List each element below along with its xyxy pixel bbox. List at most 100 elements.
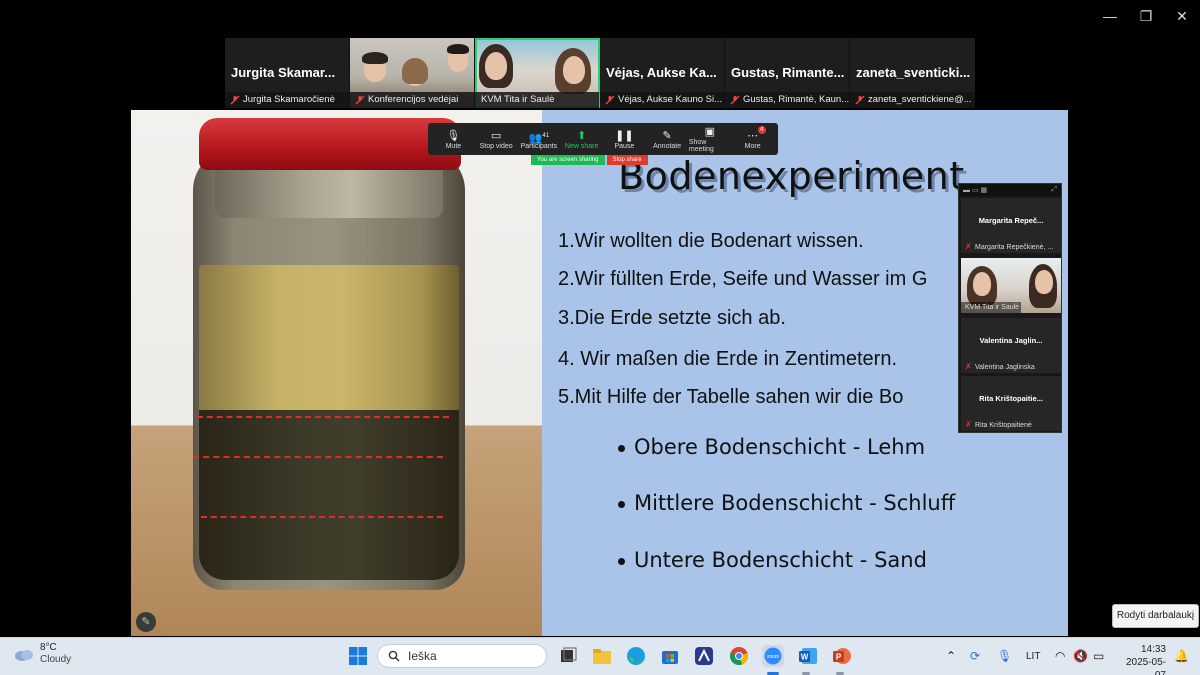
cloud-icon — [15, 649, 33, 661]
pencil-icon[interactable]: ✎ — [136, 612, 156, 632]
meeting-toolbar: 🎙 Mute ▭ Stop video 👥41 Participants ⬆ New s… — [428, 123, 778, 155]
expand-icon[interactable]: ⤢ — [1051, 186, 1057, 194]
restore-button[interactable]: ❐ — [1134, 8, 1158, 26]
chrome-icon[interactable] — [728, 645, 750, 667]
slide-bullet: Untere Bodenschicht - Sand — [618, 548, 927, 572]
panel-participant-tile[interactable]: Valentina Jaglin... ✗ Valentina Jaglinsk… — [961, 318, 1061, 373]
chevron-up-icon[interactable]: ⌃ — [946, 649, 956, 663]
participant-tile-active[interactable]: KVM Tita ir Saulė — [475, 38, 600, 108]
slide-point: 3.Die Erde setzte sich ab. — [558, 307, 786, 329]
participant-tile[interactable]: Jurgita Skamar... Jurgita Skamaročienė — [225, 38, 350, 108]
slide-title: Bodenexperiment — [618, 154, 965, 198]
person-figure — [485, 52, 507, 80]
app-icon[interactable] — [693, 645, 715, 667]
participant-caption: Konferencijos vedėjai — [350, 92, 474, 108]
pen-icon: ✎ — [662, 129, 672, 142]
svg-text:W: W — [801, 653, 809, 662]
speaker-muted-icon[interactable]: 🔇 — [1073, 649, 1088, 663]
participant-tile[interactable]: Gustas, Rimante... Gustas, Rimantė, Kaun… — [725, 38, 850, 108]
participants-icon: 👥41 — [528, 132, 550, 145]
task-view-icon[interactable] — [557, 645, 579, 667]
search-icon — [388, 650, 400, 662]
person-hair — [447, 44, 469, 54]
more-dots-icon: ⋯ — [747, 129, 759, 142]
weather-condition: Cloudy — [40, 654, 72, 665]
slide-point: 1.Wir wollten die Bodenart wissen. — [558, 230, 864, 252]
participant-tile[interactable]: Konferencijos vedėjai — [350, 38, 475, 108]
zoom-icon[interactable]: zoom — [762, 645, 784, 667]
language-indicator[interactable]: LIT — [1026, 651, 1040, 662]
new-share-label: New share — [564, 142, 599, 150]
mute-button[interactable]: 🎙 Mute — [432, 129, 474, 150]
panel-participant-caption: Rita Krištopaitienė — [975, 422, 1032, 429]
share-arrow-icon: ⬆ — [577, 129, 587, 142]
pause-button[interactable]: ❚❚ Pause — [603, 129, 645, 150]
bullet-dot — [618, 444, 625, 452]
participant-tile[interactable]: zaneta_sventicki... zaneta_sventickiene@… — [850, 38, 975, 108]
svg-text:P: P — [836, 653, 842, 662]
shared-screen: ✎ Bodenexperiment 1.Wir wollten die Bode… — [131, 110, 1068, 636]
slide-point: 2.Wir füllten Erde, Seife und Wasser im … — [558, 268, 928, 290]
new-share-button[interactable]: ⬆ New share — [561, 129, 603, 150]
microphone-icon[interactable]: 🎙 — [997, 649, 1012, 663]
svg-text:zoom: zoom — [767, 654, 779, 660]
stop-share-button[interactable]: Stop share — [606, 155, 648, 165]
notification-badge: 4 — [757, 125, 766, 134]
participant-caption: zaneta_sventickiene@... — [850, 92, 975, 108]
participant-tile[interactable]: Vėjas, Aukse Ka... Vėjas, Aukse Kauno Si… — [600, 38, 725, 108]
notification-bell-icon[interactable]: 🔔 — [1174, 649, 1189, 663]
slide-bullet-text: Obere Bodenschicht - Lehm — [634, 435, 926, 459]
search-label: Ieška — [408, 649, 437, 663]
screen-sharing-indicator: You are screen sharing — [531, 155, 605, 165]
person-figure — [973, 272, 991, 296]
minimize-button[interactable]: — — [1098, 8, 1122, 26]
mic-muted-icon — [605, 95, 615, 105]
share-status-bar: You are screen sharing Stop share — [531, 155, 648, 165]
edge-browser-icon[interactable] — [625, 645, 647, 667]
video-camera-icon: ▭ — [490, 129, 502, 142]
weather-temp: 8°C — [40, 642, 57, 653]
panel-participant-tile[interactable]: KVM Tita ir Saulė — [961, 258, 1061, 313]
microphone-icon: 🎙 — [446, 129, 461, 142]
mute-label: Mute — [445, 142, 462, 150]
sync-icon[interactable]: ⟳ — [970, 649, 980, 663]
system-clock[interactable]: 14:33 2025-05-07 — [1116, 643, 1166, 675]
word-icon[interactable]: W — [797, 645, 819, 667]
powerpoint-icon[interactable]: P — [831, 645, 853, 667]
person-figure — [563, 56, 585, 84]
more-label: More — [744, 142, 761, 150]
slide-point: 5.Mit Hilfe der Tabelle sahen wir die Bo — [558, 386, 904, 408]
more-button[interactable]: ⋯ More 4 — [732, 125, 774, 150]
participant-name: zaneta_sventicki... — [856, 65, 971, 80]
panel-participant-name: Margarita Repeč... — [978, 216, 1044, 225]
panel-participant-tile[interactable]: Rita Krištopaitie... ✗ Rita Krištopaitie… — [961, 376, 1061, 431]
monitor-icon: ▣ — [704, 126, 716, 138]
panel-participant-caption: Margarita Repečkienė, ... — [975, 244, 1054, 251]
bullet-dot — [618, 557, 625, 565]
screen: — ❐ ✕ Jurgita Skamar... Jurgita Skamaroč… — [0, 0, 1200, 675]
mic-muted-icon — [730, 95, 740, 105]
panel-view-icons[interactable]: ▬ ▭ ▦ — [963, 186, 987, 194]
stop-video-button[interactable]: ▭ Stop video — [475, 129, 517, 150]
file-explorer-icon[interactable] — [591, 645, 613, 667]
microsoft-store-icon[interactable] — [659, 645, 681, 667]
participant-name: Gustas, Rimante... — [731, 65, 845, 80]
jar-water-layer — [199, 265, 459, 415]
taskbar-search[interactable]: Ieška — [377, 644, 547, 668]
panel-participant-tile[interactable]: Margarita Repeč... ✗ Margarita Repečkien… — [961, 198, 1061, 253]
windows-start-icon[interactable] — [347, 645, 369, 667]
participant-caption: Jurgita Skamaročienė — [225, 92, 349, 108]
participants-button[interactable]: 👥41 Participants — [518, 129, 560, 149]
panel-participant-caption: Valentina Jaglinska — [975, 364, 1035, 371]
close-button[interactable]: ✕ — [1170, 8, 1194, 26]
weather-widget[interactable]: 8°C Cloudy — [14, 642, 71, 666]
annotate-button[interactable]: ✎ Annotate — [646, 129, 688, 150]
jar-photo: ✎ — [131, 110, 542, 636]
battery-icon[interactable]: ▭ — [1093, 649, 1104, 663]
jar-lid — [199, 118, 461, 170]
taskbar: 8°C Cloudy Ieška zoom W P ⌃ ⟳ 🎙 LIT ◠ 🔇 … — [0, 637, 1200, 675]
show-meeting-button[interactable]: ▣ Show meeting — [689, 125, 731, 153]
participant-name: Jurgita Skamar... — [231, 65, 336, 80]
mic-muted-icon — [855, 95, 865, 105]
wifi-icon[interactable]: ◠ — [1055, 649, 1065, 663]
